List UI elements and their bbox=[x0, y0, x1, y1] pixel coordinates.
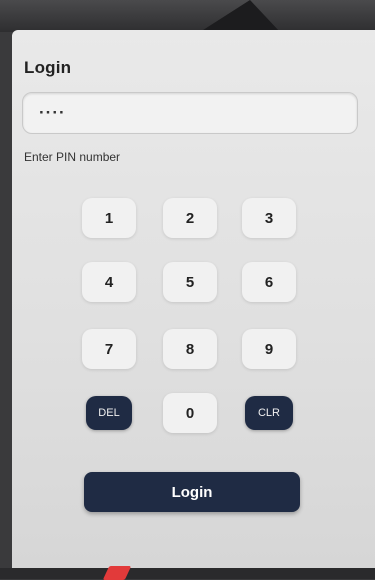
key-6[interactable]: 6 bbox=[242, 262, 296, 302]
key-3[interactable]: 3 bbox=[242, 198, 296, 238]
key-0[interactable]: 0 bbox=[163, 393, 217, 433]
key-7[interactable]: 7 bbox=[82, 329, 136, 369]
pin-hint-label: Enter PIN number bbox=[24, 150, 121, 164]
key-8[interactable]: 8 bbox=[163, 329, 217, 369]
login-button[interactable]: Login bbox=[84, 472, 300, 512]
key-2[interactable]: 2 bbox=[163, 198, 217, 238]
top-decoration bbox=[200, 0, 280, 32]
bottom-edge bbox=[0, 568, 375, 579]
key-5[interactable]: 5 bbox=[163, 262, 217, 302]
key-1[interactable]: 1 bbox=[82, 198, 136, 238]
login-panel: Login ···· Enter PIN number 1 2 3 4 5 6 … bbox=[12, 30, 375, 570]
keypad: 1 2 3 4 5 6 7 8 9 DEL 0 CLR bbox=[82, 198, 302, 438]
delete-button[interactable]: DEL bbox=[86, 396, 132, 430]
page-title: Login bbox=[24, 58, 72, 77]
pin-input[interactable]: ···· bbox=[22, 92, 358, 134]
key-4[interactable]: 4 bbox=[82, 262, 136, 302]
key-9[interactable]: 9 bbox=[242, 329, 296, 369]
clear-button[interactable]: CLR bbox=[245, 396, 293, 430]
top-edge bbox=[0, 0, 375, 32]
